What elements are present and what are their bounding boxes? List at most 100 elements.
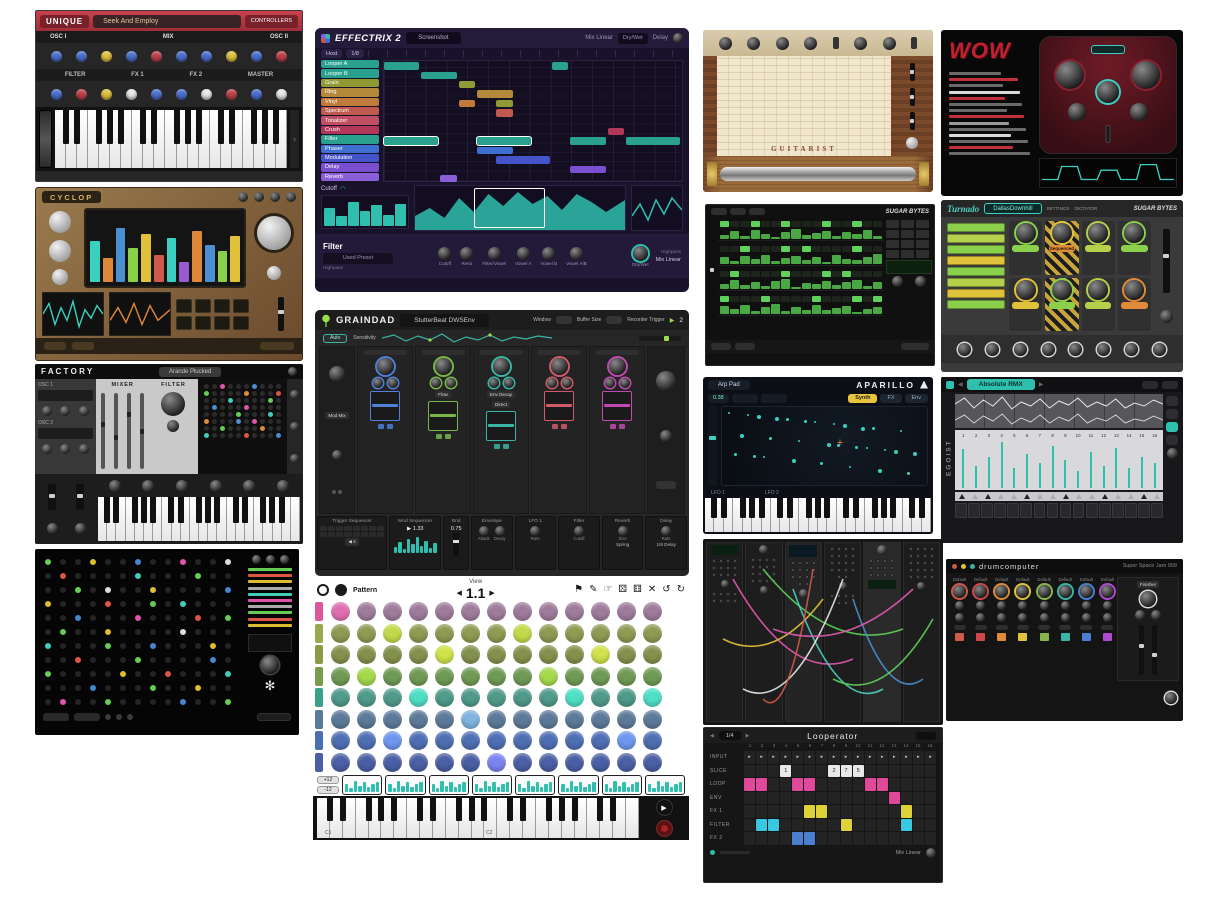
grid-dot[interactable] xyxy=(180,601,186,607)
grid-dot[interactable] xyxy=(220,384,225,389)
channel-knob[interactable] xyxy=(995,585,1008,598)
sequence-dot[interactable] xyxy=(747,414,749,416)
jack[interactable] xyxy=(851,568,855,572)
slice-triangle[interactable] xyxy=(985,494,991,499)
step-cell[interactable] xyxy=(331,753,350,772)
finisher-label[interactable]: Finisher xyxy=(1137,581,1159,588)
side-button[interactable] xyxy=(1166,409,1178,419)
effect-slot-label[interactable] xyxy=(947,289,1005,298)
grid-dot[interactable] xyxy=(268,433,273,438)
grid-dot[interactable] xyxy=(60,601,66,607)
cyclop-top-knob[interactable] xyxy=(270,192,280,202)
grid-dot[interactable] xyxy=(220,426,225,431)
wow-small-knob[interactable] xyxy=(1130,103,1148,121)
row-tag[interactable] xyxy=(315,645,323,664)
step-cell[interactable] xyxy=(435,688,454,707)
piano-black-key[interactable] xyxy=(872,498,878,518)
octave-down-button[interactable]: -12 xyxy=(317,786,339,794)
step-cell[interactable] xyxy=(487,602,506,621)
glide-knob[interactable] xyxy=(47,523,58,534)
step-cell[interactable] xyxy=(487,710,506,729)
piano-black-key[interactable] xyxy=(572,798,578,821)
knob[interactable] xyxy=(955,613,964,622)
jack[interactable] xyxy=(830,561,834,565)
step-cell[interactable] xyxy=(791,271,800,277)
jack[interactable] xyxy=(923,547,927,551)
piano-black-key[interactable] xyxy=(74,110,80,144)
step-cell[interactable] xyxy=(802,246,811,252)
grid-dot[interactable] xyxy=(75,587,81,593)
param-display[interactable] xyxy=(732,394,758,403)
grid-dot[interactable] xyxy=(268,398,273,403)
loop-cell[interactable]: ▸ xyxy=(877,751,888,764)
filter-knob[interactable] xyxy=(542,247,555,260)
sequence-dot[interactable] xyxy=(855,446,858,449)
loop-cell[interactable] xyxy=(768,778,779,791)
step-cell[interactable] xyxy=(617,688,636,707)
loop-cell[interactable] xyxy=(925,805,936,818)
loop-cell[interactable] xyxy=(877,765,888,778)
knob[interactable] xyxy=(976,613,985,622)
grid-dot[interactable] xyxy=(260,433,265,438)
jack[interactable] xyxy=(733,592,737,596)
channel-button[interactable] xyxy=(954,625,966,630)
grid-dot[interactable] xyxy=(225,601,231,607)
macro-knob[interactable] xyxy=(1069,343,1082,356)
grid-dot[interactable] xyxy=(210,601,216,607)
piano-black-key[interactable] xyxy=(269,497,275,523)
cyclop-footer-button[interactable] xyxy=(72,342,94,350)
fx-knob[interactable] xyxy=(1124,223,1144,243)
channel-knob[interactable] xyxy=(953,585,966,598)
tab-synth[interactable]: Synth xyxy=(848,394,877,403)
grid-dot[interactable] xyxy=(220,412,225,417)
jack[interactable] xyxy=(726,573,730,577)
host-sync-button[interactable]: Host xyxy=(321,49,342,58)
grid-dot[interactable] xyxy=(276,405,281,410)
grid-dot[interactable] xyxy=(90,671,96,677)
knob[interactable] xyxy=(251,51,262,62)
column-mode-label[interactable]: Env Decay xyxy=(487,391,515,398)
piano-black-key[interactable] xyxy=(260,497,266,523)
jack[interactable] xyxy=(798,561,802,565)
step-cell[interactable] xyxy=(842,246,851,252)
buffer-select[interactable] xyxy=(606,316,622,324)
cyclop-big-knob[interactable] xyxy=(257,216,291,250)
grid-dot[interactable] xyxy=(204,405,209,410)
step-cell[interactable] xyxy=(487,731,506,750)
loop-cell[interactable] xyxy=(841,805,852,818)
grid-dot[interactable] xyxy=(165,671,171,677)
step-cell[interactable] xyxy=(643,710,662,729)
jack[interactable] xyxy=(765,572,769,576)
grid-dot[interactable] xyxy=(180,615,186,621)
filter-knob[interactable] xyxy=(460,247,473,260)
trigger-cell[interactable] xyxy=(328,526,335,531)
fx-slot[interactable] xyxy=(1009,221,1042,275)
grid-dot[interactable] xyxy=(225,685,231,691)
sequence-dot[interactable] xyxy=(878,469,882,473)
step-cell[interactable] xyxy=(730,221,739,227)
fx-slot[interactable] xyxy=(1082,278,1115,332)
jack[interactable] xyxy=(772,558,776,562)
step-cell[interactable] xyxy=(565,688,584,707)
piano-black-key[interactable] xyxy=(262,110,268,144)
assign-dot[interactable] xyxy=(332,490,336,494)
piano-black-key[interactable] xyxy=(909,498,915,518)
jack[interactable] xyxy=(876,573,880,577)
grid-dot[interactable] xyxy=(165,643,171,649)
step-cell[interactable] xyxy=(409,710,428,729)
wow-small-knob[interactable] xyxy=(1068,103,1086,121)
pad[interactable] xyxy=(552,424,558,429)
sequence-block[interactable] xyxy=(421,72,456,79)
loop-cell[interactable]: ▸ xyxy=(841,751,852,764)
sequence-dot[interactable] xyxy=(814,421,816,423)
prev-icon[interactable]: ◀ xyxy=(958,381,963,388)
channel-knob[interactable] xyxy=(1101,585,1114,598)
step-cell[interactable] xyxy=(409,731,428,750)
slice-marker[interactable]: 14 xyxy=(1123,432,1136,488)
grid-dot[interactable] xyxy=(225,671,231,677)
track-label-bar[interactable] xyxy=(248,593,292,596)
piano-black-key[interactable] xyxy=(96,110,102,144)
jack[interactable] xyxy=(916,575,920,579)
filter-preset-display[interactable]: Used Preset xyxy=(323,253,393,264)
jack[interactable] xyxy=(712,599,716,603)
